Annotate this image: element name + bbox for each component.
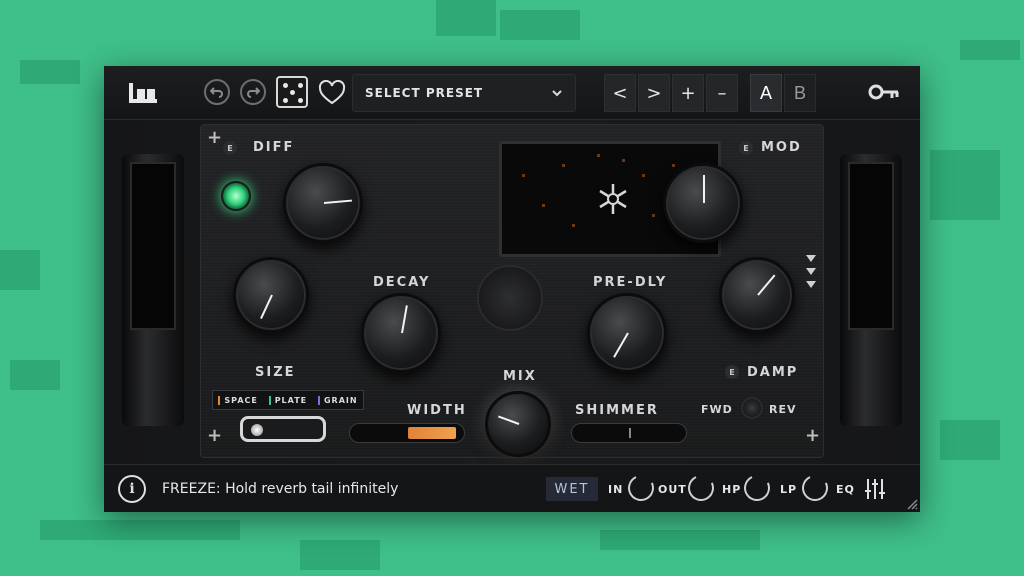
top-toolbar: SELECT PRESET < > + – A B: [104, 66, 920, 120]
size-label: SIZE: [255, 365, 296, 380]
corner-plus-icon: +: [207, 425, 223, 446]
reverse-label: REV: [769, 403, 797, 416]
right-output-meter: [840, 154, 902, 426]
eq-label: EQ: [836, 483, 855, 496]
diff-label: DIFF: [253, 140, 295, 155]
shimmer-label: SHIMMER: [575, 403, 659, 418]
preset-selector[interactable]: SELECT PRESET: [352, 74, 576, 112]
bottom-status-bar: i FREEZE: Hold reverb tail infinitely WE…: [104, 464, 920, 512]
mode-selector[interactable]: SPACE PLATE GRAIN: [212, 390, 364, 410]
output-gain-label: OUT: [658, 483, 687, 496]
damp-envelope-badge[interactable]: E: [725, 365, 739, 379]
mod-envelope-badge[interactable]: E: [739, 141, 753, 155]
add-preset-button[interactable]: +: [672, 74, 704, 112]
mode-space[interactable]: SPACE: [218, 395, 257, 405]
remove-preset-button[interactable]: –: [706, 74, 738, 112]
input-gain-label: IN: [608, 483, 624, 496]
decay-knob[interactable]: [361, 293, 441, 373]
reverb-plugin-window: SELECT PRESET < > + – A B + + + E DIFF E…: [104, 66, 920, 512]
high-pass-knob[interactable]: [740, 471, 774, 505]
size-knob[interactable]: [233, 257, 309, 333]
redo-button[interactable]: [240, 79, 266, 105]
high-pass-label: HP: [722, 483, 742, 496]
mod-label: MOD: [761, 140, 802, 155]
diff-enable-led[interactable]: [221, 181, 251, 211]
mix-label: MIX: [503, 369, 537, 384]
direction-toggle[interactable]: [741, 397, 763, 419]
eq-sliders-icon[interactable]: [864, 477, 886, 501]
favorite-heart-icon[interactable]: [318, 80, 346, 106]
mode-grain[interactable]: GRAIN: [317, 395, 358, 405]
left-input-meter: [122, 154, 184, 426]
status-text: FREEZE: Hold reverb tail infinitely: [162, 481, 399, 497]
toggle-knob: [251, 424, 263, 436]
mode-toggle-switch[interactable]: [240, 416, 326, 442]
width-slider-fill: [408, 427, 456, 439]
mod-knob[interactable]: [663, 163, 743, 243]
main-panel: + + + E DIFF E MOD SIZE DECAY PRE-DLY E …: [104, 120, 920, 464]
diff-envelope-badge[interactable]: E: [223, 141, 237, 155]
chevron-down-icon: [552, 90, 562, 97]
shimmer-slider-center: [629, 428, 631, 438]
shimmer-slider[interactable]: [571, 423, 687, 443]
corner-plus-icon: +: [805, 425, 821, 446]
low-pass-label: LP: [780, 483, 798, 496]
damp-knob[interactable]: [719, 257, 795, 333]
snowflake-icon[interactable]: [596, 182, 630, 216]
resize-handle-icon[interactable]: [906, 498, 918, 510]
undo-icon: [210, 87, 223, 98]
b-compare-button[interactable]: B: [784, 74, 816, 112]
randomize-button[interactable]: [276, 76, 308, 108]
mascot-badge: [477, 265, 543, 331]
mix-knob[interactable]: [485, 391, 551, 457]
input-gain-knob[interactable]: [624, 471, 658, 505]
brand-logo-icon: [129, 83, 157, 103]
mode-plate[interactable]: PLATE: [268, 395, 307, 405]
wet-toggle-button[interactable]: WET: [546, 477, 598, 501]
right-meter-slot: [848, 162, 894, 330]
info-icon[interactable]: i: [118, 475, 146, 503]
output-gain-knob[interactable]: [684, 471, 718, 505]
left-meter-slot: [130, 162, 176, 330]
damp-label: DAMP: [747, 365, 799, 380]
forward-label: FWD: [701, 403, 733, 416]
low-pass-knob[interactable]: [798, 471, 832, 505]
corner-plus-icon: +: [207, 127, 223, 148]
prev-preset-button[interactable]: <: [604, 74, 636, 112]
pre-delay-label: PRE-DLY: [593, 275, 668, 290]
diff-knob[interactable]: [283, 163, 363, 243]
width-slider[interactable]: [349, 423, 465, 443]
decay-label: DECAY: [373, 275, 431, 290]
mod-shape-arrows-icon[interactable]: [805, 253, 817, 293]
key-icon[interactable]: [868, 82, 900, 102]
pre-delay-knob[interactable]: [587, 293, 667, 373]
undo-button[interactable]: [204, 79, 230, 105]
next-preset-button[interactable]: >: [638, 74, 670, 112]
width-label: WIDTH: [407, 403, 467, 418]
preset-label: SELECT PRESET: [365, 86, 484, 100]
a-compare-button[interactable]: A: [750, 74, 782, 112]
redo-icon: [247, 87, 260, 98]
